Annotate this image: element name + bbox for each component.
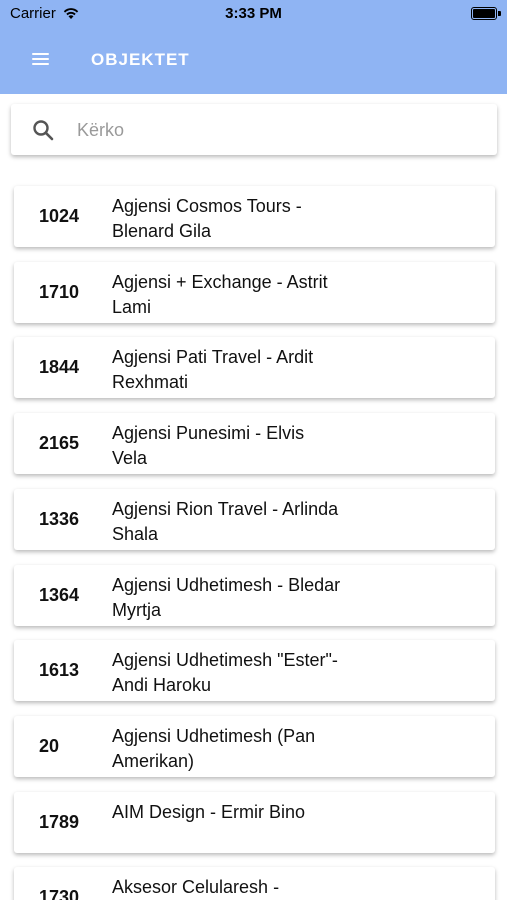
search-bar[interactable] <box>11 104 497 155</box>
object-id: 1336 <box>39 508 80 529</box>
clock: 3:33 PM <box>225 5 282 22</box>
list-item[interactable]: 1730 Aksesor Celularesh - <box>14 867 495 900</box>
list-item[interactable]: 2165 Agjensi Punesimi - Elvis Vela <box>14 413 495 475</box>
object-id: 1844 <box>39 357 80 378</box>
list-item[interactable]: 1364 Agjensi Udhetimesh - Bledar Myrtja <box>14 564 495 626</box>
object-name: Agjensi Punesimi - Elvis Vela <box>112 423 305 469</box>
list-item[interactable]: 1789 AIM Design - Ermir Bino <box>14 791 495 853</box>
object-id: 1710 <box>39 281 80 302</box>
object-name: Agjensi Cosmos Tours - Blenard Gila <box>112 196 302 241</box>
object-name: Agjensi Pati Travel - Ardit Rexhmati <box>112 347 314 393</box>
object-name: Agjensi + Exchange - Astrit Lami <box>112 271 328 317</box>
object-id: 1364 <box>39 584 80 605</box>
list-item[interactable]: 1024 Agjensi Cosmos Tours - Blenard Gila <box>14 186 495 247</box>
object-id: 2165 <box>39 433 80 454</box>
object-name: Agjensi Rion Travel - Arlinda Shala <box>112 498 339 544</box>
status-bar: Carrier 3:33 PM <box>0 0 507 30</box>
object-name: AIM Design - Ermir Bino <box>112 801 306 822</box>
battery-icon <box>471 7 497 20</box>
object-name: Aksesor Celularesh - <box>112 877 280 898</box>
list-item[interactable]: 1710 Agjensi + Exchange - Astrit Lami <box>14 261 495 323</box>
object-name: Agjensi Udhetimesh - Bledar Myrtja <box>112 574 341 620</box>
battery-cap <box>498 11 501 16</box>
page-title: OBJEKTET <box>91 50 190 69</box>
object-id: 20 <box>39 735 60 756</box>
object-name: Agjensi Udhetimesh "Ester"- Andi Haroku <box>112 650 338 696</box>
list-item[interactable]: 1336 Agjensi Rion Travel - Arlinda Shala <box>14 488 495 550</box>
list-item[interactable]: 1613 Agjensi Udhetimesh "Ester"- Andi Har… <box>14 640 495 702</box>
object-id: 1789 <box>39 811 80 832</box>
object-id: 1613 <box>39 660 80 681</box>
app-header: Carrier 3:33 PM OBJEKTET <box>0 0 507 94</box>
search-icon <box>31 118 55 147</box>
object-name: Agjensi Udhetimesh (Pan Amerikan) <box>112 725 316 771</box>
hamburger-menu-icon[interactable] <box>30 50 52 68</box>
list-item[interactable]: 1844 Agjensi Pati Travel - Ardit Rexhmati <box>14 337 495 399</box>
list-item[interactable]: 20 Agjensi Udhetimesh (Pan Amerikan) <box>14 715 495 777</box>
object-id: 1024 <box>39 206 80 226</box>
object-id: 1730 <box>39 887 80 900</box>
search-input[interactable] <box>77 112 477 148</box>
